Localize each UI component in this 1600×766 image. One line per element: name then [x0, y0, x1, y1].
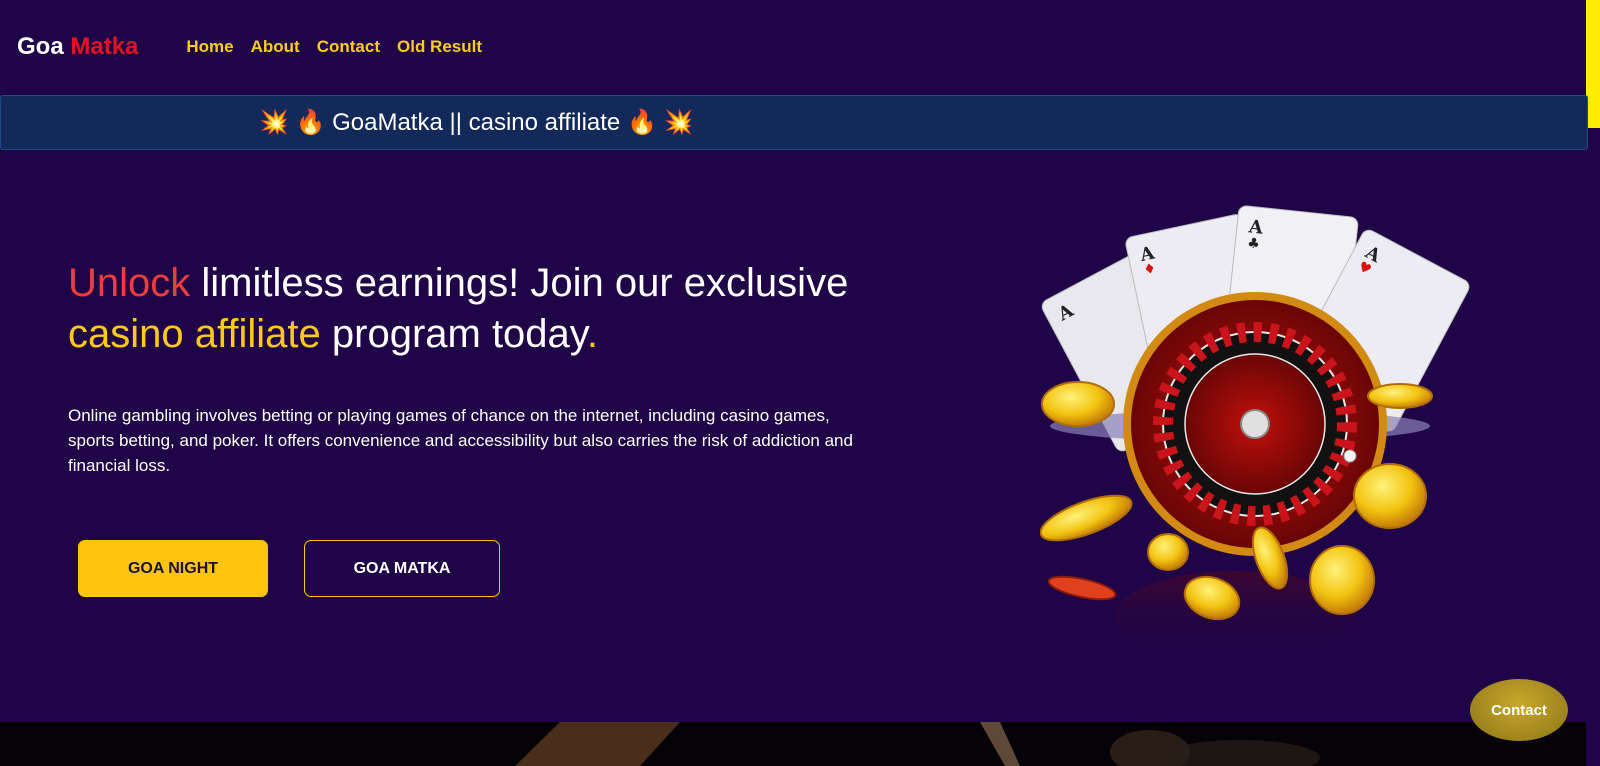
- page-scrollbar[interactable]: [1586, 0, 1600, 766]
- hero-title-text-1: limitless earnings! Join our exclusive: [190, 261, 849, 305]
- hero-title-highlight-unlock: Unlock: [68, 261, 191, 305]
- main-nav: Home About Contact Old Result: [186, 37, 482, 57]
- background-video-strip: [0, 722, 1586, 766]
- hero-title-highlight-affiliate: casino affiliate: [68, 312, 321, 356]
- roulette-wheel: [1123, 292, 1387, 556]
- logo-text-matka: Matka: [70, 33, 139, 60]
- hero-title-text-2: program today: [320, 312, 587, 356]
- hero-title: Unlock limitless earnings! Join our excl…: [68, 258, 868, 360]
- nav-old-result[interactable]: Old Result: [397, 37, 482, 57]
- contact-floating-button[interactable]: Contact: [1470, 679, 1568, 741]
- site-header: Goa Matka Home About Contact Old Result: [0, 0, 1586, 94]
- svg-text:♣: ♣: [1246, 235, 1260, 252]
- site-logo[interactable]: Goa Matka: [17, 33, 138, 61]
- goa-matka-button[interactable]: GOA MATKA: [304, 540, 500, 597]
- hero-description: Online gambling involves betting or play…: [68, 406, 853, 475]
- logo-text-goa: Goa: [17, 33, 64, 60]
- casino-roulette-illustration: A A ♦ A ♣ A ♥: [1039, 196, 1480, 661]
- scrollbar-thumb[interactable]: [1586, 0, 1600, 128]
- goa-night-button[interactable]: GOA NIGHT: [78, 540, 268, 597]
- hero-title-period: .: [586, 312, 598, 356]
- nav-about[interactable]: About: [251, 37, 300, 57]
- nav-contact[interactable]: Contact: [317, 37, 380, 57]
- marquee-text: 💥 🔥 GoaMatka || casino affiliate 🔥 💥: [259, 109, 694, 136]
- nav-home[interactable]: Home: [186, 37, 233, 57]
- announcement-marquee: 💥 🔥 GoaMatka || casino affiliate 🔥 💥: [0, 95, 1588, 150]
